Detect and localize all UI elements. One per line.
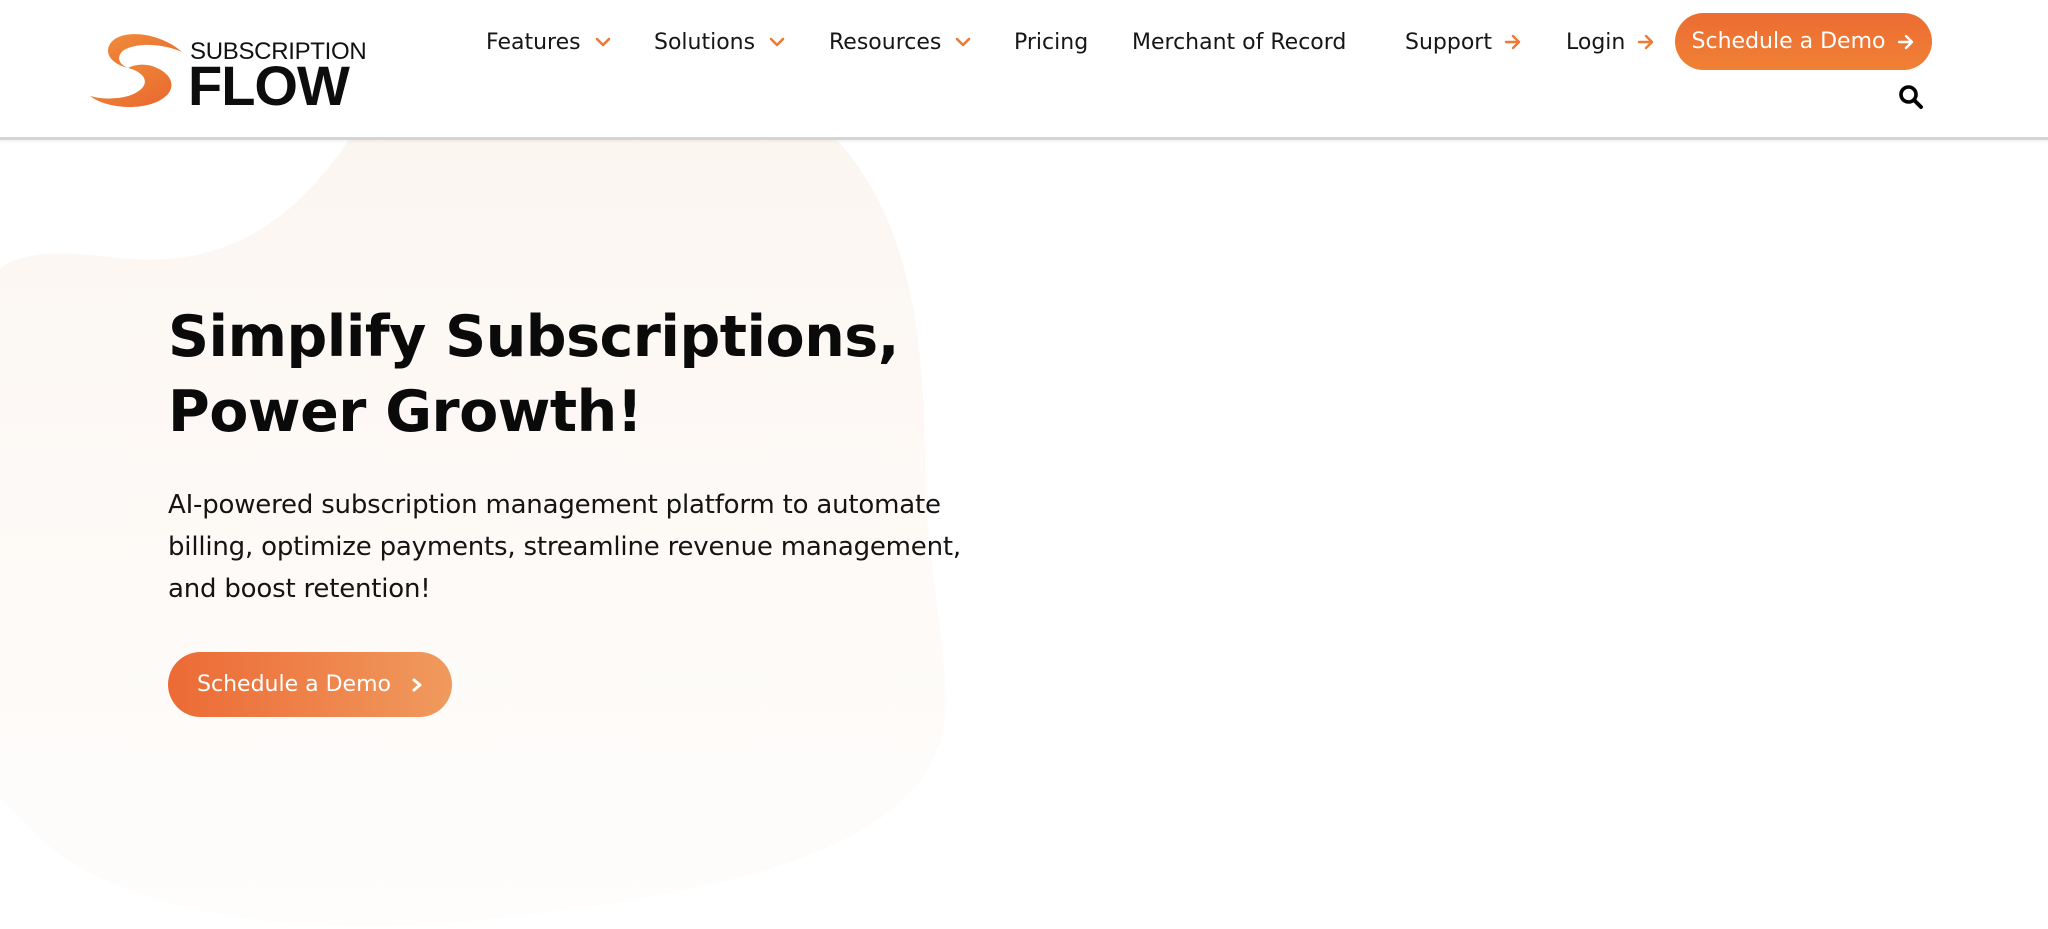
site-header: SUBSCRIPTION FLOW Features Solutions Res… bbox=[0, 0, 2048, 140]
nav-resources[interactable]: Resources bbox=[829, 24, 971, 60]
search-button[interactable] bbox=[1898, 84, 1924, 110]
schedule-demo-hero-label: Schedule a Demo bbox=[197, 672, 391, 697]
nav-login-label: Login bbox=[1566, 29, 1626, 55]
page: SUBSCRIPTION FLOW Features Solutions Res… bbox=[0, 0, 2048, 929]
hero-title-line-2: Power Growth! bbox=[168, 379, 643, 445]
hero-title: Simplify Subscriptions, Power Growth! bbox=[168, 300, 1068, 450]
logo[interactable]: SUBSCRIPTION FLOW bbox=[90, 30, 367, 117]
nav-support-label: Support bbox=[1405, 29, 1492, 55]
arrow-right-icon bbox=[1504, 34, 1521, 50]
arrow-right-icon bbox=[1638, 34, 1654, 50]
schedule-demo-header-label: Schedule a Demo bbox=[1691, 29, 1886, 54]
nav-support[interactable]: Support bbox=[1405, 24, 1522, 60]
nav-pricing[interactable]: Pricing bbox=[1014, 24, 1088, 60]
nav-solutions[interactable]: Solutions bbox=[654, 24, 785, 60]
search-icon bbox=[1899, 85, 1923, 109]
chevron-right-icon bbox=[412, 678, 422, 691]
nav-solutions-label: Solutions bbox=[654, 29, 756, 55]
nav-login[interactable]: Login bbox=[1566, 24, 1655, 60]
nav-features[interactable]: Features bbox=[486, 24, 611, 60]
nav-merchant-label: Merchant of Record bbox=[1132, 29, 1347, 55]
logo-text-bottom: FLOW bbox=[188, 54, 350, 117]
chevron-down-icon bbox=[956, 37, 971, 47]
nav-merchant-of-record[interactable]: Merchant of Record bbox=[1132, 24, 1346, 60]
chevron-down-icon bbox=[595, 37, 610, 47]
hero-title-line-1: Simplify Subscriptions, bbox=[168, 304, 899, 370]
nav-features-label: Features bbox=[486, 29, 581, 55]
nav-pricing-label: Pricing bbox=[1014, 29, 1089, 55]
arrow-right-icon bbox=[1898, 34, 1914, 49]
nav-resources-label: Resources bbox=[829, 29, 942, 55]
schedule-demo-header-button[interactable]: Schedule a Demo bbox=[1675, 13, 1932, 70]
hero-subtitle: AI-powered subscription management platf… bbox=[168, 490, 961, 604]
hero-section: Simplify Subscriptions, Power Growth! AI… bbox=[168, 300, 1068, 717]
schedule-demo-hero-button[interactable]: Schedule a Demo bbox=[168, 652, 452, 717]
chevron-down-icon bbox=[769, 37, 785, 47]
logo-mark-icon bbox=[90, 34, 182, 107]
